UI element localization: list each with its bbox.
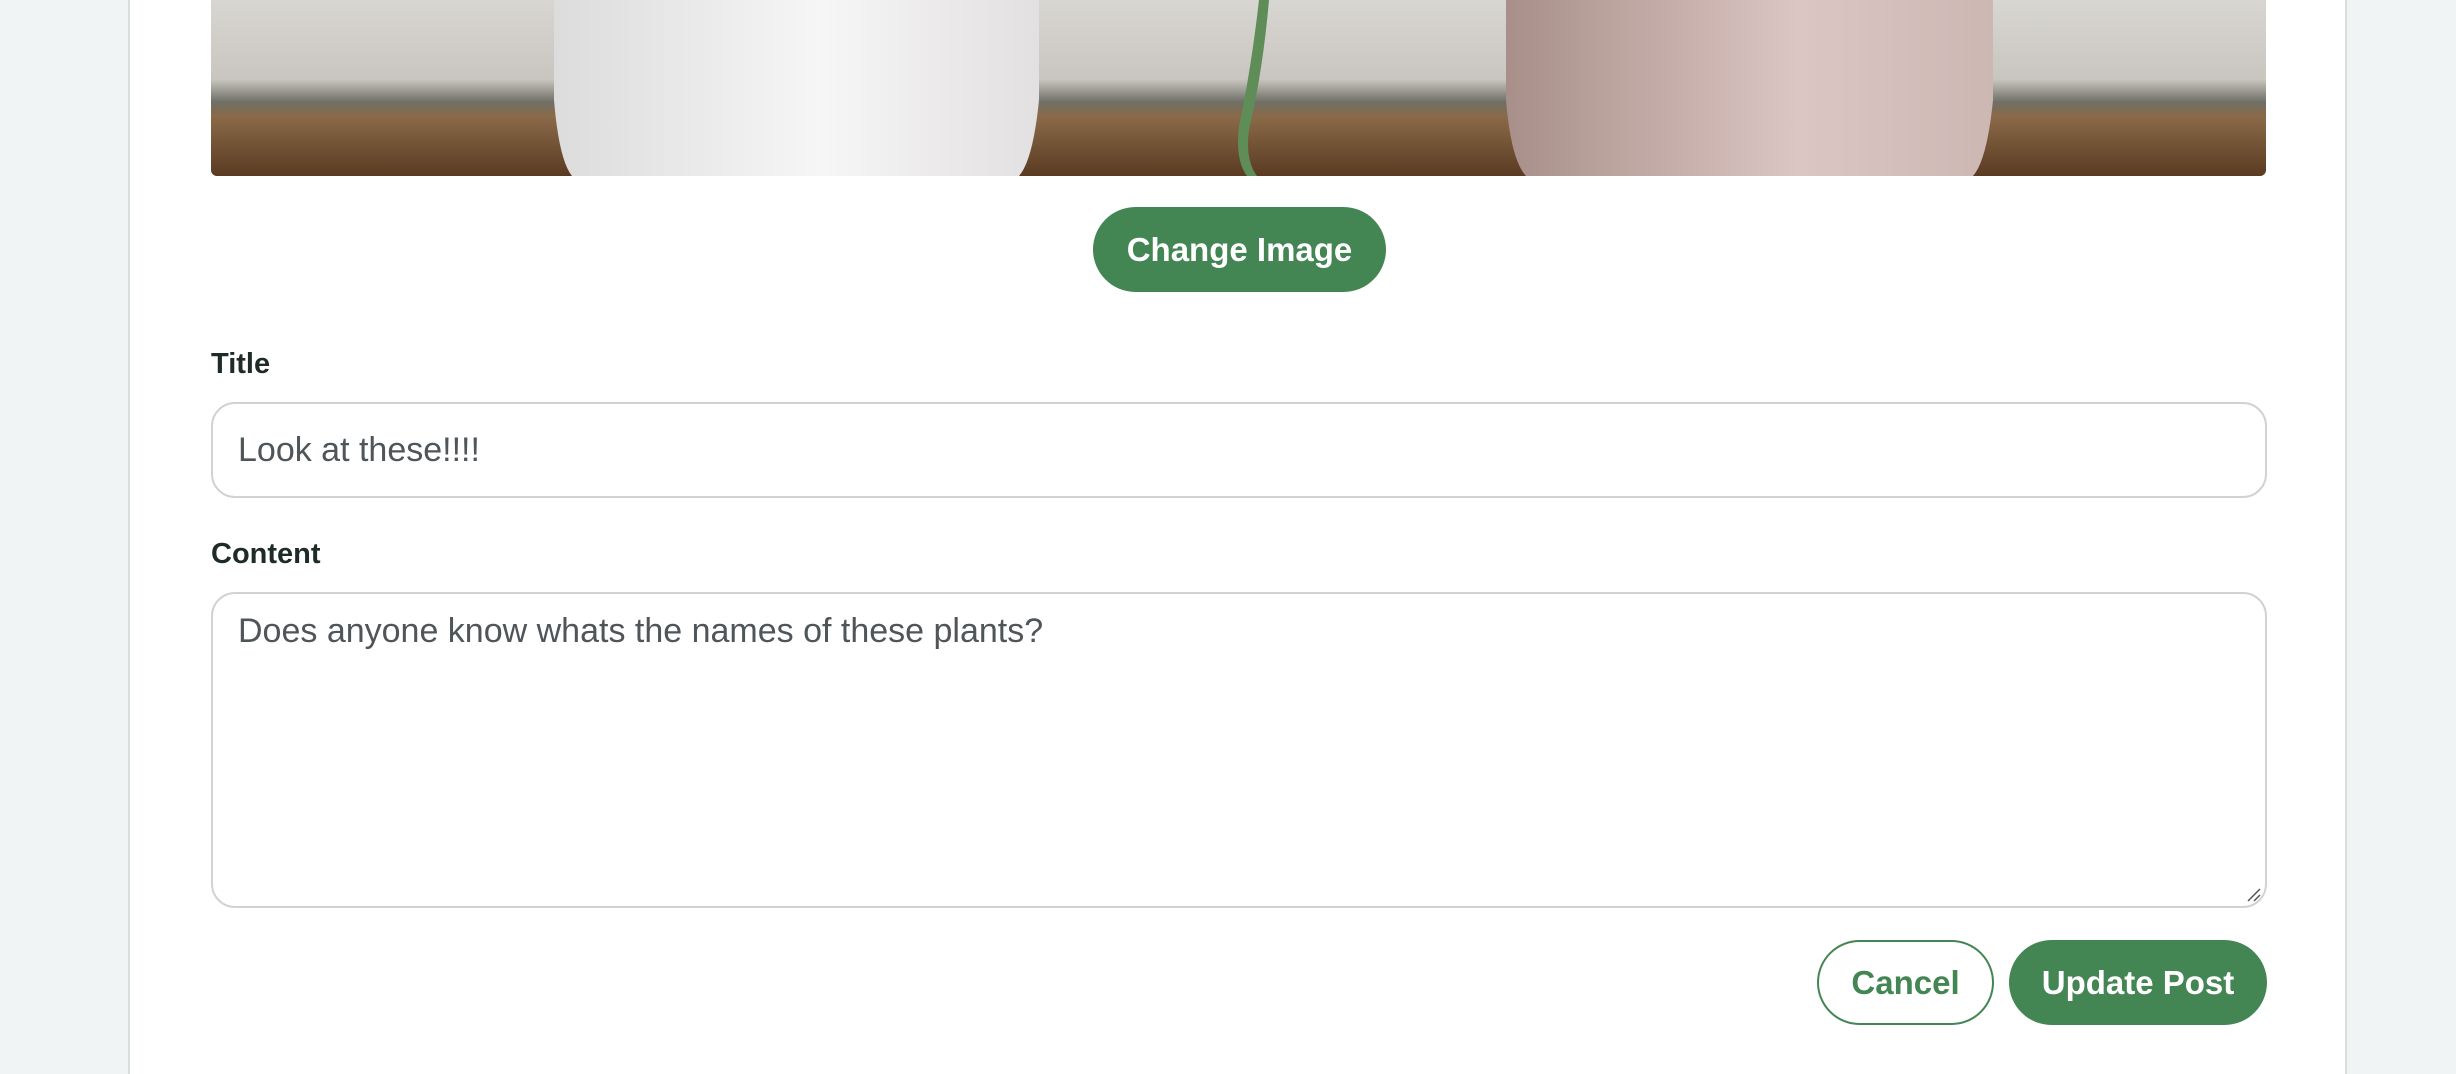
update-post-button[interactable]: Update Post bbox=[2009, 940, 2267, 1025]
cancel-button[interactable]: Cancel bbox=[1817, 940, 1994, 1025]
change-image-button[interactable]: Change Image bbox=[1093, 207, 1386, 292]
title-input-value: Look at these!!!! bbox=[238, 430, 480, 469]
resize-handle-icon[interactable] bbox=[2245, 886, 2261, 902]
content-textarea[interactable]: Does anyone know whats the names of thes… bbox=[211, 592, 2267, 908]
post-image bbox=[211, 0, 2266, 176]
edit-post-card: Change Image Title Look at these!!!! Con… bbox=[128, 0, 2347, 1074]
title-input[interactable]: Look at these!!!! bbox=[211, 402, 2267, 498]
title-label: Title bbox=[211, 348, 271, 380]
content-label: Content bbox=[211, 538, 321, 570]
content-textarea-value: Does anyone know whats the names of thes… bbox=[238, 612, 1044, 650]
